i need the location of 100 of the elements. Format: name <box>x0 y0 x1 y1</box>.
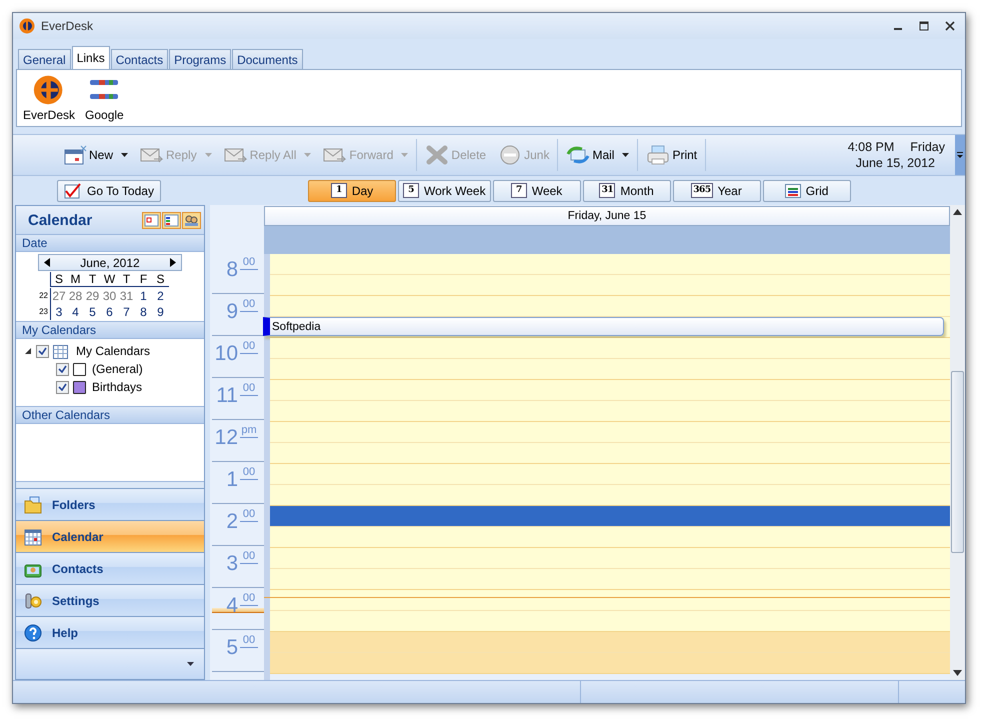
chevron-down-icon[interactable] <box>187 662 194 666</box>
previous-icon[interactable] <box>44 258 50 267</box>
day-cell[interactable]: 8 <box>135 304 152 320</box>
calendar-page-icon: 7 <box>510 183 527 198</box>
link-label[interactable]: EverDesk <box>23 108 76 122</box>
minute-label: 00 <box>240 298 258 312</box>
time-slot[interactable] <box>270 506 950 527</box>
overflow-icon[interactable] <box>955 135 965 175</box>
splitter-handle[interactable] <box>16 481 204 488</box>
day-cell[interactable]: 1 <box>135 288 152 304</box>
checkbox[interactable] <box>56 362 69 376</box>
nav-item[interactable]: Contacts <box>16 552 204 584</box>
weekday-label: S <box>50 272 67 287</box>
minute-label: 00 <box>240 634 258 648</box>
scroll-up-icon[interactable] <box>953 209 962 215</box>
minute-label: 00 <box>240 256 258 270</box>
calendar-check-icon <box>64 182 82 198</box>
printer-icon <box>646 145 670 165</box>
nav-item[interactable]: Calendar <box>16 520 204 552</box>
caret-icon <box>622 153 630 157</box>
list-view-icon[interactable] <box>162 212 181 228</box>
weekday-label: T <box>84 272 101 287</box>
help-icon <box>24 624 42 642</box>
view-button[interactable]: 31 Month <box>582 180 671 202</box>
day-cell[interactable]: 28 <box>67 288 84 304</box>
nav-item[interactable]: Help <box>16 616 204 648</box>
day-cell[interactable]: 30 <box>101 288 118 304</box>
weekday-label: F <box>135 272 152 287</box>
caret-icon <box>121 153 128 157</box>
tree-item[interactable]: My Calendars <box>72 344 150 358</box>
caret-icon <box>204 153 212 157</box>
day-cell[interactable]: 3 <box>50 304 67 320</box>
clock-time: 4:08 PM <box>848 139 894 155</box>
tree-item[interactable]: (General) <box>90 362 143 376</box>
window-title: EverDesk <box>41 19 94 33</box>
weekday-label: M <box>67 272 84 287</box>
day-cell[interactable]: 27 <box>50 288 67 304</box>
folder-icon <box>24 496 42 514</box>
minute-label: 00 <box>240 550 258 564</box>
month-label: June, 2012 <box>80 256 140 270</box>
new-appointment-icon <box>63 145 87 165</box>
week-number: 23 <box>38 306 49 318</box>
nav-item[interactable]: Folders <box>16 488 204 520</box>
toolbar-button[interactable]: Mail <box>557 139 636 171</box>
view-button[interactable]: 1 Day <box>308 180 396 202</box>
day-cell[interactable]: 4 <box>67 304 84 320</box>
day-cell[interactable]: 5 <box>84 304 101 320</box>
toolbar-button[interactable]: New <box>57 139 134 171</box>
checkbox[interactable] <box>36 344 49 358</box>
weekday-label: W <box>101 272 118 287</box>
hour-label: 3 <box>226 551 238 577</box>
hour-label: 5 <box>226 635 238 661</box>
link-label[interactable]: Google <box>85 108 124 122</box>
minute-label: 00 <box>240 340 258 354</box>
hour-label: 11 <box>216 383 238 409</box>
delete-icon <box>425 145 450 165</box>
tab[interactable]: Documents <box>232 49 303 69</box>
nav-item[interactable]: Settings <box>16 584 204 616</box>
people-icon[interactable] <box>182 212 201 228</box>
day-cell[interactable]: 7 <box>118 304 135 320</box>
view-button[interactable]: Grid <box>762 180 851 202</box>
toolbar-button[interactable]: Print <box>637 139 704 171</box>
tree-item[interactable]: Birthdays <box>90 380 142 394</box>
minute-label: 00 <box>240 466 258 480</box>
view-button[interactable]: 365 Year <box>672 180 761 202</box>
hour-label: 1 <box>226 467 238 493</box>
section-header: My Calendars <box>16 321 204 339</box>
day-cell[interactable]: 29 <box>84 288 101 304</box>
caret-icon <box>401 153 408 157</box>
minute-label: 00 <box>240 592 258 606</box>
day-header: Friday, June 15 <box>264 206 950 226</box>
no-entry-icon <box>498 145 522 165</box>
next-icon[interactable] <box>170 258 176 267</box>
tab[interactable]: Programs <box>169 49 232 69</box>
tab[interactable]: Links <box>72 46 110 69</box>
calendar-page-icon: 1 <box>330 183 347 198</box>
view-button[interactable]: 5 Work Week <box>398 180 491 202</box>
day-cell[interactable]: 6 <box>101 304 118 320</box>
close-icon[interactable] <box>945 21 955 31</box>
view-button[interactable]: 7 Week <box>492 180 581 202</box>
caret-icon <box>304 153 312 157</box>
hour-label: 12 <box>214 425 238 451</box>
scroll-down-icon[interactable] <box>953 670 962 676</box>
tab[interactable]: Contacts <box>110 49 168 69</box>
day-cell[interactable]: 2 <box>152 288 169 304</box>
day-cell[interactable]: 9 <box>152 304 169 320</box>
pane-title: Calendar <box>28 212 92 228</box>
calendar-icon <box>24 528 42 546</box>
day-view-icon[interactable] <box>142 212 161 228</box>
tab[interactable]: General <box>18 49 71 69</box>
day-cell[interactable]: 31 <box>118 288 135 304</box>
grid-icon <box>784 184 801 198</box>
collapse-icon[interactable] <box>24 347 32 355</box>
section-header: Other Calendars <box>16 406 204 424</box>
checkbox[interactable] <box>56 380 69 394</box>
calendar-page-icon: 5 <box>403 183 419 198</box>
maximize-icon[interactable] <box>919 21 929 31</box>
scrollbar-thumb[interactable] <box>951 371 964 553</box>
go-to-today-button[interactable]: Go To Today <box>57 180 161 202</box>
section-header: Date <box>16 234 204 252</box>
